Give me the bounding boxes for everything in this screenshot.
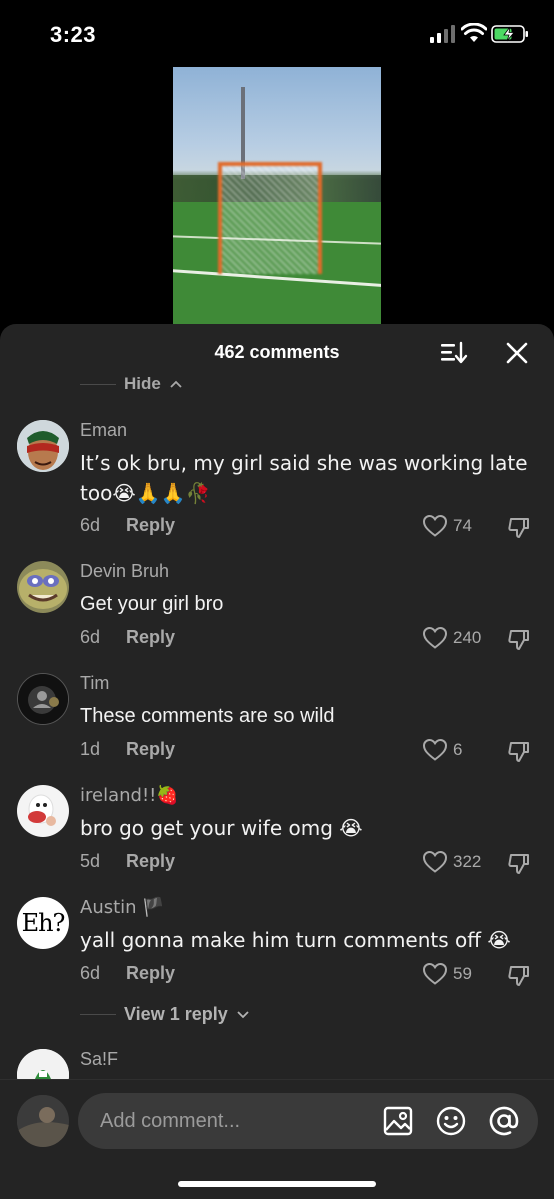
comment-age: 6d [80,963,101,983]
like-button[interactable]: 6 [422,738,462,762]
comment-item: ireland!!🍓 bro go get your wife omg 😭 5d… [0,785,554,875]
comment-age: 5d [80,851,101,871]
dislike-icon[interactable] [507,627,531,651]
sort-icon[interactable] [440,341,468,365]
avatar[interactable] [17,561,69,613]
comment-username[interactable]: Tim [80,673,109,694]
view-replies-label: View 1 reply [124,1004,228,1024]
comment-input[interactable] [100,1093,370,1149]
reply-button[interactable]: Reply [126,739,175,760]
like-count: 59 [453,964,472,983]
like-count: 74 [453,516,472,535]
home-indicator [178,1181,376,1187]
avatar[interactable] [17,673,69,725]
signal-icon [430,25,455,43]
comment-meta: 6d Reply [80,963,175,984]
view-replies-button[interactable]: View 1 reply [80,1004,250,1025]
emoji-icon[interactable] [435,1105,467,1137]
comment-item: Eh? Austin 🏴 yall gonna make him turn co… [0,897,554,987]
like-button[interactable]: 322 [422,850,481,874]
comment-username[interactable]: ireland!!🍓 [80,785,179,806]
comments-sheet: 462 comments Hide Eman It’s ok bru, my g… [0,324,554,1199]
close-icon[interactable] [505,341,529,365]
hide-label: Hide [124,374,161,393]
chevron-down-icon [237,1010,249,1018]
lacrosse-goal [218,162,322,274]
comment-text: These comments are so wild [80,705,335,727]
like-count: 6 [453,740,463,759]
comment-text: yall gonna make him turn comments off 😭 [80,928,511,952]
comment-meta: 1d Reply [80,739,175,760]
like-button[interactable]: 240 [422,626,481,650]
avatar[interactable]: Eh? [17,897,69,949]
comment-text: Get your girl bro [80,593,224,615]
sheet-header: 462 comments [0,324,554,380]
heart-icon [422,626,448,649]
comment-username[interactable]: Eman [80,420,127,441]
comment-meta: 6d Reply [80,627,175,648]
mention-icon[interactable] [488,1105,520,1137]
heart-icon [422,738,448,761]
comment-text: bro go get your wife omg 😭 [80,816,363,840]
divider [80,1014,116,1015]
video-preview[interactable] [173,67,381,325]
avatar[interactable] [17,420,69,472]
like-button[interactable]: 74 [422,514,472,538]
dislike-icon[interactable] [507,963,531,987]
comment-item: Devin Bruh Get your girl bro 6d Reply 24… [0,561,554,651]
comment-input-box[interactable] [78,1093,538,1149]
divider [80,383,116,385]
heart-icon [422,850,448,873]
like-count: 322 [453,852,482,871]
comment-username[interactable]: Sa!F [80,1049,118,1070]
chevron-up-icon [170,380,182,388]
comment-username[interactable]: Devin Bruh [80,561,169,582]
reply-button[interactable]: Reply [126,851,175,872]
heart-icon [422,514,448,537]
reply-button[interactable]: Reply [126,515,175,536]
dislike-icon[interactable] [507,851,531,875]
comment-text: It’s ok bru, my girl said she was workin… [80,451,528,505]
battery-charging-icon [491,25,528,43]
comment-age: 6d [80,515,101,535]
status-bar: 3:23 [0,0,554,66]
comment-item: Eman It’s ok bru, my girl said she was w… [0,420,554,540]
wifi-icon [461,23,487,42]
dislike-icon[interactable] [507,739,531,763]
comment-meta: 5d Reply [80,851,175,872]
status-time: 3:23 [50,22,97,47]
like-count: 240 [453,628,482,647]
comment-item: Tim These comments are so wild 1d Reply … [0,673,554,763]
comment-meta: 6d Reply [80,515,175,536]
comment-composer [0,1079,554,1199]
image-icon[interactable] [382,1105,414,1137]
like-button[interactable]: 59 [422,962,472,986]
avatar[interactable] [17,785,69,837]
comment-age: 1d [80,739,101,759]
comment-username[interactable]: Austin 🏴 [80,897,165,918]
user-avatar[interactable] [17,1095,69,1147]
dislike-icon[interactable] [507,515,531,539]
reply-button[interactable]: Reply [126,627,175,648]
avatar-text: Eh? [21,909,66,937]
comment-count: 462 comments [214,342,340,362]
comment-age: 6d [80,627,101,647]
heart-icon [422,962,448,985]
hide-replies-button[interactable]: Hide [80,374,183,394]
reply-button[interactable]: Reply [126,963,175,984]
